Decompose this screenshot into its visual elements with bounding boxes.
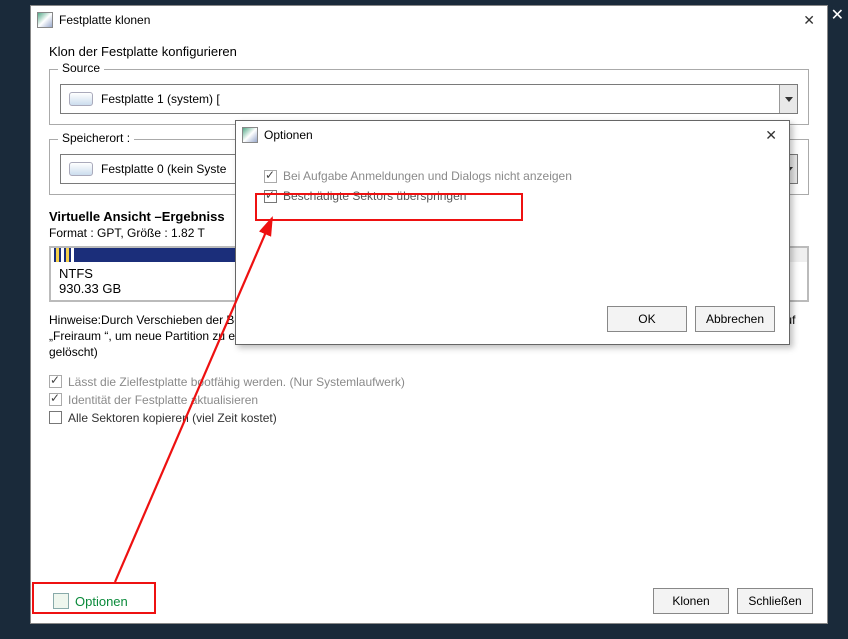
options-dialog-title: Optionen	[264, 128, 313, 142]
checkbox-suppress	[264, 170, 277, 183]
checkbox-skipbad-label: Beschädigte Sektors überspringen	[283, 189, 466, 203]
close-button-label: Schließen	[748, 594, 801, 608]
gear-icon	[53, 593, 69, 609]
checkbox-copyall-row[interactable]: Alle Sektoren kopieren (viel Zeit kostet…	[49, 411, 809, 425]
close-icon[interactable]: ✕	[759, 127, 783, 144]
cancel-button[interactable]: Abbrechen	[695, 306, 775, 332]
options-dialog: Optionen ✕ Bei Aufgabe Anmeldungen und D…	[235, 120, 790, 345]
cancel-button-label: Abbrechen	[706, 312, 764, 326]
checkbox-bootable-row: Lässt die Zielfestplatte bootfähig werde…	[49, 375, 809, 389]
checkbox-identity-label: Identität der Festplatte aktualisieren	[68, 393, 258, 407]
options-body: Bei Aufgabe Anmeldungen und Dialogs nich…	[236, 149, 789, 203]
checkbox-suppress-row: Bei Aufgabe Anmeldungen und Dialogs nich…	[264, 169, 769, 183]
checkbox-suppress-label: Bei Aufgabe Anmeldungen und Dialogs nich…	[283, 169, 572, 183]
source-disk-select[interactable]: Festplatte 1 (system) [	[60, 84, 798, 114]
checkbox-skipbad[interactable]	[264, 190, 277, 203]
chevron-down-icon	[785, 97, 793, 102]
close-button[interactable]: Schließen	[737, 588, 813, 614]
destination-label: Speicherort :	[58, 131, 134, 145]
main-titlebar: Festplatte klonen ✕	[31, 6, 827, 34]
footer: Optionen Klonen Schließen	[31, 579, 827, 623]
options-titlebar: Optionen ✕	[236, 121, 789, 149]
options-link-label: Optionen	[75, 594, 128, 609]
source-label: Source	[58, 61, 104, 75]
close-icon[interactable]: ✕	[797, 12, 821, 29]
source-group: Source Festplatte 1 (system) [	[49, 69, 809, 125]
checkbox-copyall[interactable]	[49, 411, 62, 424]
checkbox-copyall-label: Alle Sektoren kopieren (viel Zeit kostet…	[68, 411, 277, 425]
dropdown-button[interactable]	[779, 85, 797, 113]
app-icon	[242, 127, 258, 143]
source-disk-text: Festplatte 1 (system) [	[101, 92, 779, 106]
app-close-icon[interactable]: ✕	[831, 5, 844, 25]
checkbox-skipbad-row[interactable]: Beschädigte Sektors überspringen	[264, 189, 769, 203]
ok-button[interactable]: OK	[607, 306, 687, 332]
clone-button[interactable]: Klonen	[653, 588, 729, 614]
window-title: Festplatte klonen	[59, 13, 150, 27]
checkbox-bootable-label: Lässt die Zielfestplatte bootfähig werde…	[68, 375, 405, 389]
ok-button-label: OK	[638, 312, 655, 326]
app-icon	[37, 12, 53, 28]
checkbox-identity	[49, 393, 62, 406]
disk-icon	[69, 92, 93, 106]
checkbox-identity-row: Identität der Festplatte aktualisieren	[49, 393, 809, 407]
page-title: Klon der Festplatte konfigurieren	[49, 44, 809, 59]
disk-icon	[69, 162, 93, 176]
clone-button-label: Klonen	[672, 594, 709, 608]
checkbox-bootable	[49, 375, 62, 388]
options-link[interactable]: Optionen	[45, 589, 136, 613]
options-footer: OK Abbrechen	[607, 306, 775, 332]
